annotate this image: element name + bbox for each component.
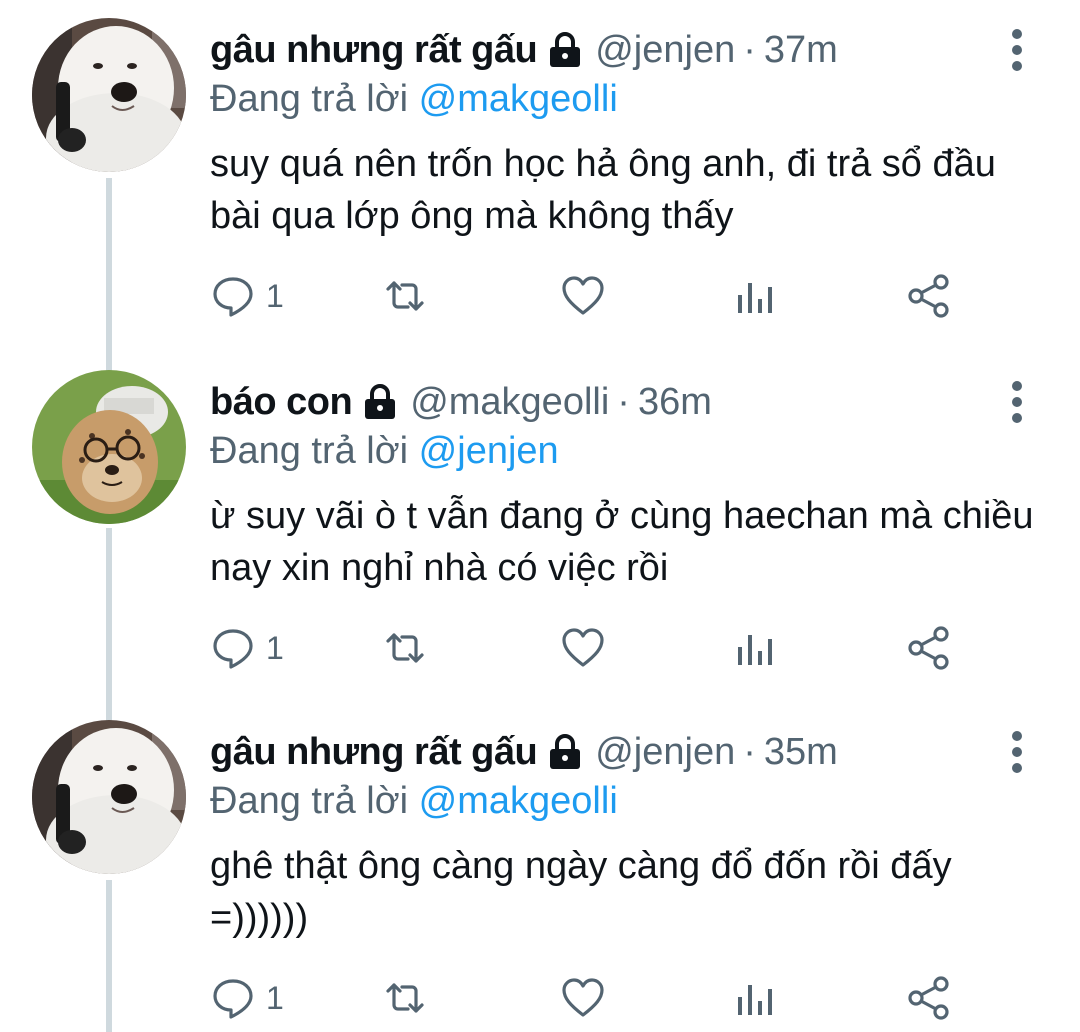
- lock-icon: [360, 382, 400, 422]
- more-options-button[interactable]: [1000, 378, 1034, 426]
- replying-to-line: Đang trả lời @makgeolli: [210, 776, 618, 826]
- reply-button[interactable]: 1: [210, 620, 284, 676]
- separator-dot: ·: [743, 29, 756, 71]
- more-vertical-icon: [1012, 731, 1022, 773]
- more-vertical-icon: [1012, 29, 1022, 71]
- reply-icon: [213, 629, 253, 669]
- action-bar: 1: [210, 620, 970, 676]
- lock-icon: [545, 732, 585, 772]
- retweet-icon: [386, 633, 424, 663]
- share-icon: [908, 976, 949, 1020]
- replying-to-mention[interactable]: @makgeolli: [419, 78, 618, 120]
- timestamp[interactable]: 35m: [764, 726, 838, 778]
- lock-icon: [545, 30, 585, 70]
- replying-to-line: Đang trả lời @makgeolli: [210, 74, 618, 124]
- retweet-button[interactable]: [382, 268, 428, 324]
- action-bar: 1: [210, 268, 970, 324]
- tweet-header: báo con @makgeolli · 36m: [210, 376, 712, 428]
- like-button[interactable]: [560, 970, 606, 1026]
- separator-dot: ·: [743, 731, 756, 773]
- samoyed-dog-avatar-icon: [32, 18, 186, 172]
- reply-count: 1: [266, 629, 284, 666]
- share-button[interactable]: [906, 268, 952, 324]
- replying-to-mention[interactable]: @makgeolli: [419, 780, 618, 822]
- display-name[interactable]: báo con: [210, 376, 353, 428]
- retweet-icon: [386, 281, 424, 311]
- heart-icon: [562, 276, 604, 315]
- like-button[interactable]: [560, 268, 606, 324]
- reply-count: 1: [266, 277, 284, 314]
- views-button[interactable]: [732, 620, 778, 676]
- display-name[interactable]: gâu nhưng rất gấu: [210, 24, 538, 76]
- tweet[interactable]: gâu nhưng rất gấu @jenjen · 35m Đang trả…: [0, 702, 1080, 1032]
- replying-prefix: Đang trả lời: [210, 78, 409, 120]
- cheetah-cub-avatar-icon: [32, 370, 186, 524]
- reply-icon: [213, 277, 253, 317]
- views-chart-icon: [738, 283, 772, 313]
- tweet-header: gâu nhưng rất gấu @jenjen · 35m: [210, 726, 838, 778]
- reply-button[interactable]: 1: [210, 970, 284, 1026]
- timestamp[interactable]: 37m: [764, 24, 838, 76]
- replying-prefix: Đang trả lời: [210, 780, 409, 822]
- avatar[interactable]: [32, 370, 186, 524]
- separator-dot: ·: [617, 381, 630, 423]
- heart-icon: [562, 978, 604, 1017]
- views-button[interactable]: [732, 970, 778, 1026]
- user-handle[interactable]: @makgeolli: [410, 376, 609, 428]
- user-handle[interactable]: @jenjen: [595, 726, 735, 778]
- views-chart-icon: [738, 985, 772, 1015]
- share-icon: [908, 626, 949, 670]
- tweet[interactable]: gâu nhưng rất gấu @jenjen · 37m Đang trả…: [0, 0, 1080, 350]
- heart-icon: [562, 628, 604, 667]
- display-name[interactable]: gâu nhưng rất gấu: [210, 726, 538, 778]
- views-button[interactable]: [732, 268, 778, 324]
- replying-to-line: Đang trả lời @jenjen: [210, 426, 559, 476]
- retweet-button[interactable]: [382, 620, 428, 676]
- timestamp[interactable]: 36m: [638, 376, 712, 428]
- retweet-button[interactable]: [382, 970, 428, 1026]
- action-bar: 1: [210, 970, 970, 1026]
- more-options-button[interactable]: [1000, 26, 1034, 74]
- tweet-text: ừ suy vãi ò t vẫn đang ở cùng haechan mà…: [210, 495, 1034, 589]
- more-options-button[interactable]: [1000, 728, 1034, 776]
- share-button[interactable]: [906, 970, 952, 1026]
- user-handle[interactable]: @jenjen: [595, 24, 735, 76]
- reply-button[interactable]: 1: [210, 268, 284, 324]
- retweet-icon: [386, 983, 424, 1013]
- tweet-header: gâu nhưng rất gấu @jenjen · 37m: [210, 24, 838, 76]
- views-chart-icon: [738, 635, 772, 665]
- reply-count: 1: [266, 979, 284, 1016]
- replying-to-mention[interactable]: @jenjen: [419, 430, 559, 472]
- avatar[interactable]: [32, 18, 186, 172]
- more-vertical-icon: [1012, 381, 1022, 423]
- tweet-text: suy quá nên trốn học hả ông anh, đi trả …: [210, 143, 996, 237]
- samoyed-dog-avatar-icon: [32, 720, 186, 874]
- avatar[interactable]: [32, 720, 186, 874]
- share-icon: [908, 274, 949, 318]
- replying-prefix: Đang trả lời: [210, 430, 409, 472]
- tweet-thread: gâu nhưng rất gấu @jenjen · 37m Đang trả…: [0, 0, 1080, 1032]
- tweet[interactable]: báo con @makgeolli · 36m Đang trả lời @j…: [0, 352, 1080, 702]
- like-button[interactable]: [560, 620, 606, 676]
- reply-icon: [213, 979, 253, 1019]
- share-button[interactable]: [906, 620, 952, 676]
- tweet-text: ghê thật ông càng ngày càng đổ đốn rồi đ…: [210, 845, 952, 939]
